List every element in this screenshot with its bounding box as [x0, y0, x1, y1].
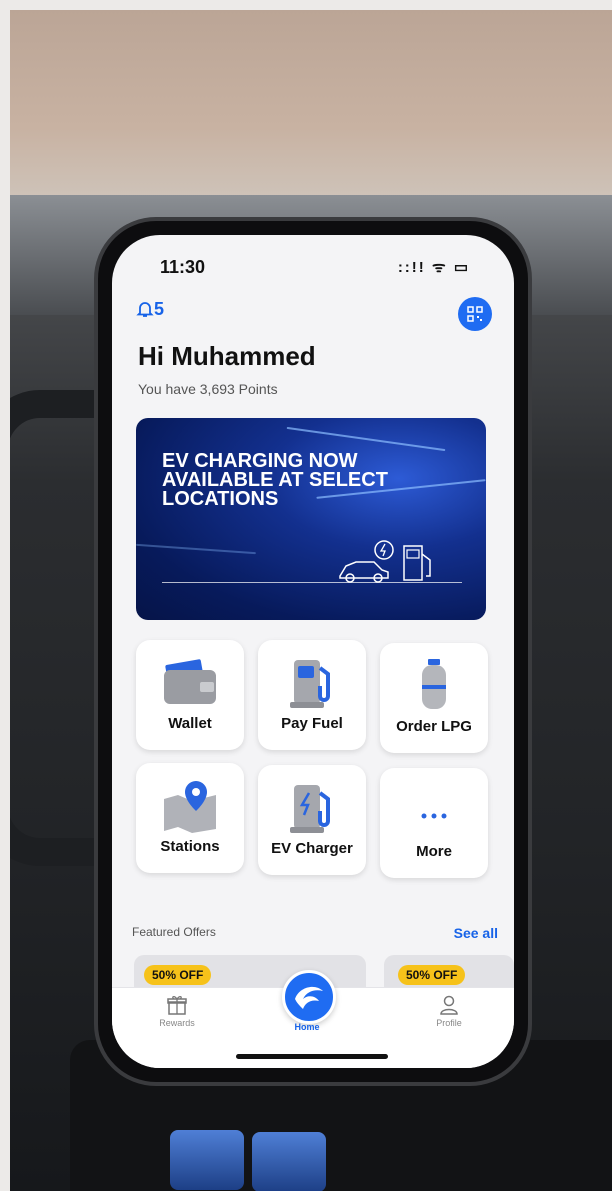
status-icons: ::!! ᯤ ▭: [397, 259, 470, 276]
ev-car-charging-icon: [339, 540, 431, 583]
notifications-button[interactable]: 5: [136, 299, 164, 320]
bell-icon: [136, 302, 154, 317]
phone: 11:30 ::!! ᯤ ▭ 5 Hi Muhammed You have 3,…: [94, 217, 532, 1086]
falcon-logo-icon: [295, 986, 323, 1009]
app-screen: 11:30 ::!! ᯤ ▭ 5 Hi Muhammed You have 3,…: [112, 235, 514, 1068]
qr-code-icon: [467, 306, 483, 322]
fuel-pump-icon: [290, 660, 330, 708]
order-lpg-tile[interactable]: Order LPG: [380, 643, 488, 753]
points-text: You have 3,693 Points: [138, 381, 278, 397]
ev-charger-label: EV Charger: [271, 840, 353, 857]
order-lpg-label: Order LPG: [396, 718, 472, 735]
more-label: More: [416, 843, 452, 860]
bottom-tab-bar: Rewards Home Profile: [112, 970, 514, 1068]
offer-badge: 50% OFF: [144, 965, 212, 985]
more-icon: [421, 813, 447, 819]
pay-fuel-label: Pay Fuel: [281, 715, 343, 732]
ev-promo-banner[interactable]: EV CHARGING NOW AVAILABLE AT SELECT LOCA…: [136, 418, 486, 620]
ev-charger-icon: [290, 785, 330, 833]
featured-offers-title: Featured Offers: [132, 925, 216, 939]
offer-badge: 50% OFF: [398, 965, 466, 985]
more-tile[interactable]: More: [380, 768, 488, 878]
notification-count: 5: [154, 299, 165, 319]
qr-button[interactable]: [458, 297, 492, 331]
stations-tile[interactable]: Stations: [136, 763, 244, 873]
see-all-link[interactable]: See all: [454, 925, 498, 941]
tab-profile[interactable]: Profile: [404, 994, 494, 1028]
status-time: 11:30: [160, 257, 206, 277]
profile-icon: [440, 995, 458, 1015]
banner-divider: [162, 582, 462, 583]
console-button: [170, 1130, 244, 1190]
wallet-label: Wallet: [168, 715, 212, 732]
tab-rewards-label: Rewards: [159, 1018, 195, 1028]
home-indicator: [236, 1054, 388, 1059]
pay-fuel-tile[interactable]: Pay Fuel: [258, 640, 366, 750]
stations-label: Stations: [160, 838, 220, 855]
wallet-tile[interactable]: Wallet: [136, 640, 244, 750]
wallet-icon: [164, 659, 216, 704]
banner-title: EV CHARGING NOW AVAILABLE AT SELECT LOCA…: [162, 450, 388, 510]
tab-profile-label: Profile: [436, 1018, 462, 1028]
ev-charger-tile[interactable]: EV Charger: [258, 765, 366, 875]
gas-cylinder-icon: [422, 659, 446, 709]
greeting: Hi Muhammed: [138, 341, 316, 371]
map-pin-icon: [164, 781, 216, 833]
gift-icon: [167, 996, 187, 1015]
tab-rewards[interactable]: Rewards: [132, 994, 222, 1028]
tab-home-label: Home: [294, 1022, 320, 1032]
tab-home[interactable]: [282, 970, 336, 1024]
console-button: [252, 1132, 326, 1191]
